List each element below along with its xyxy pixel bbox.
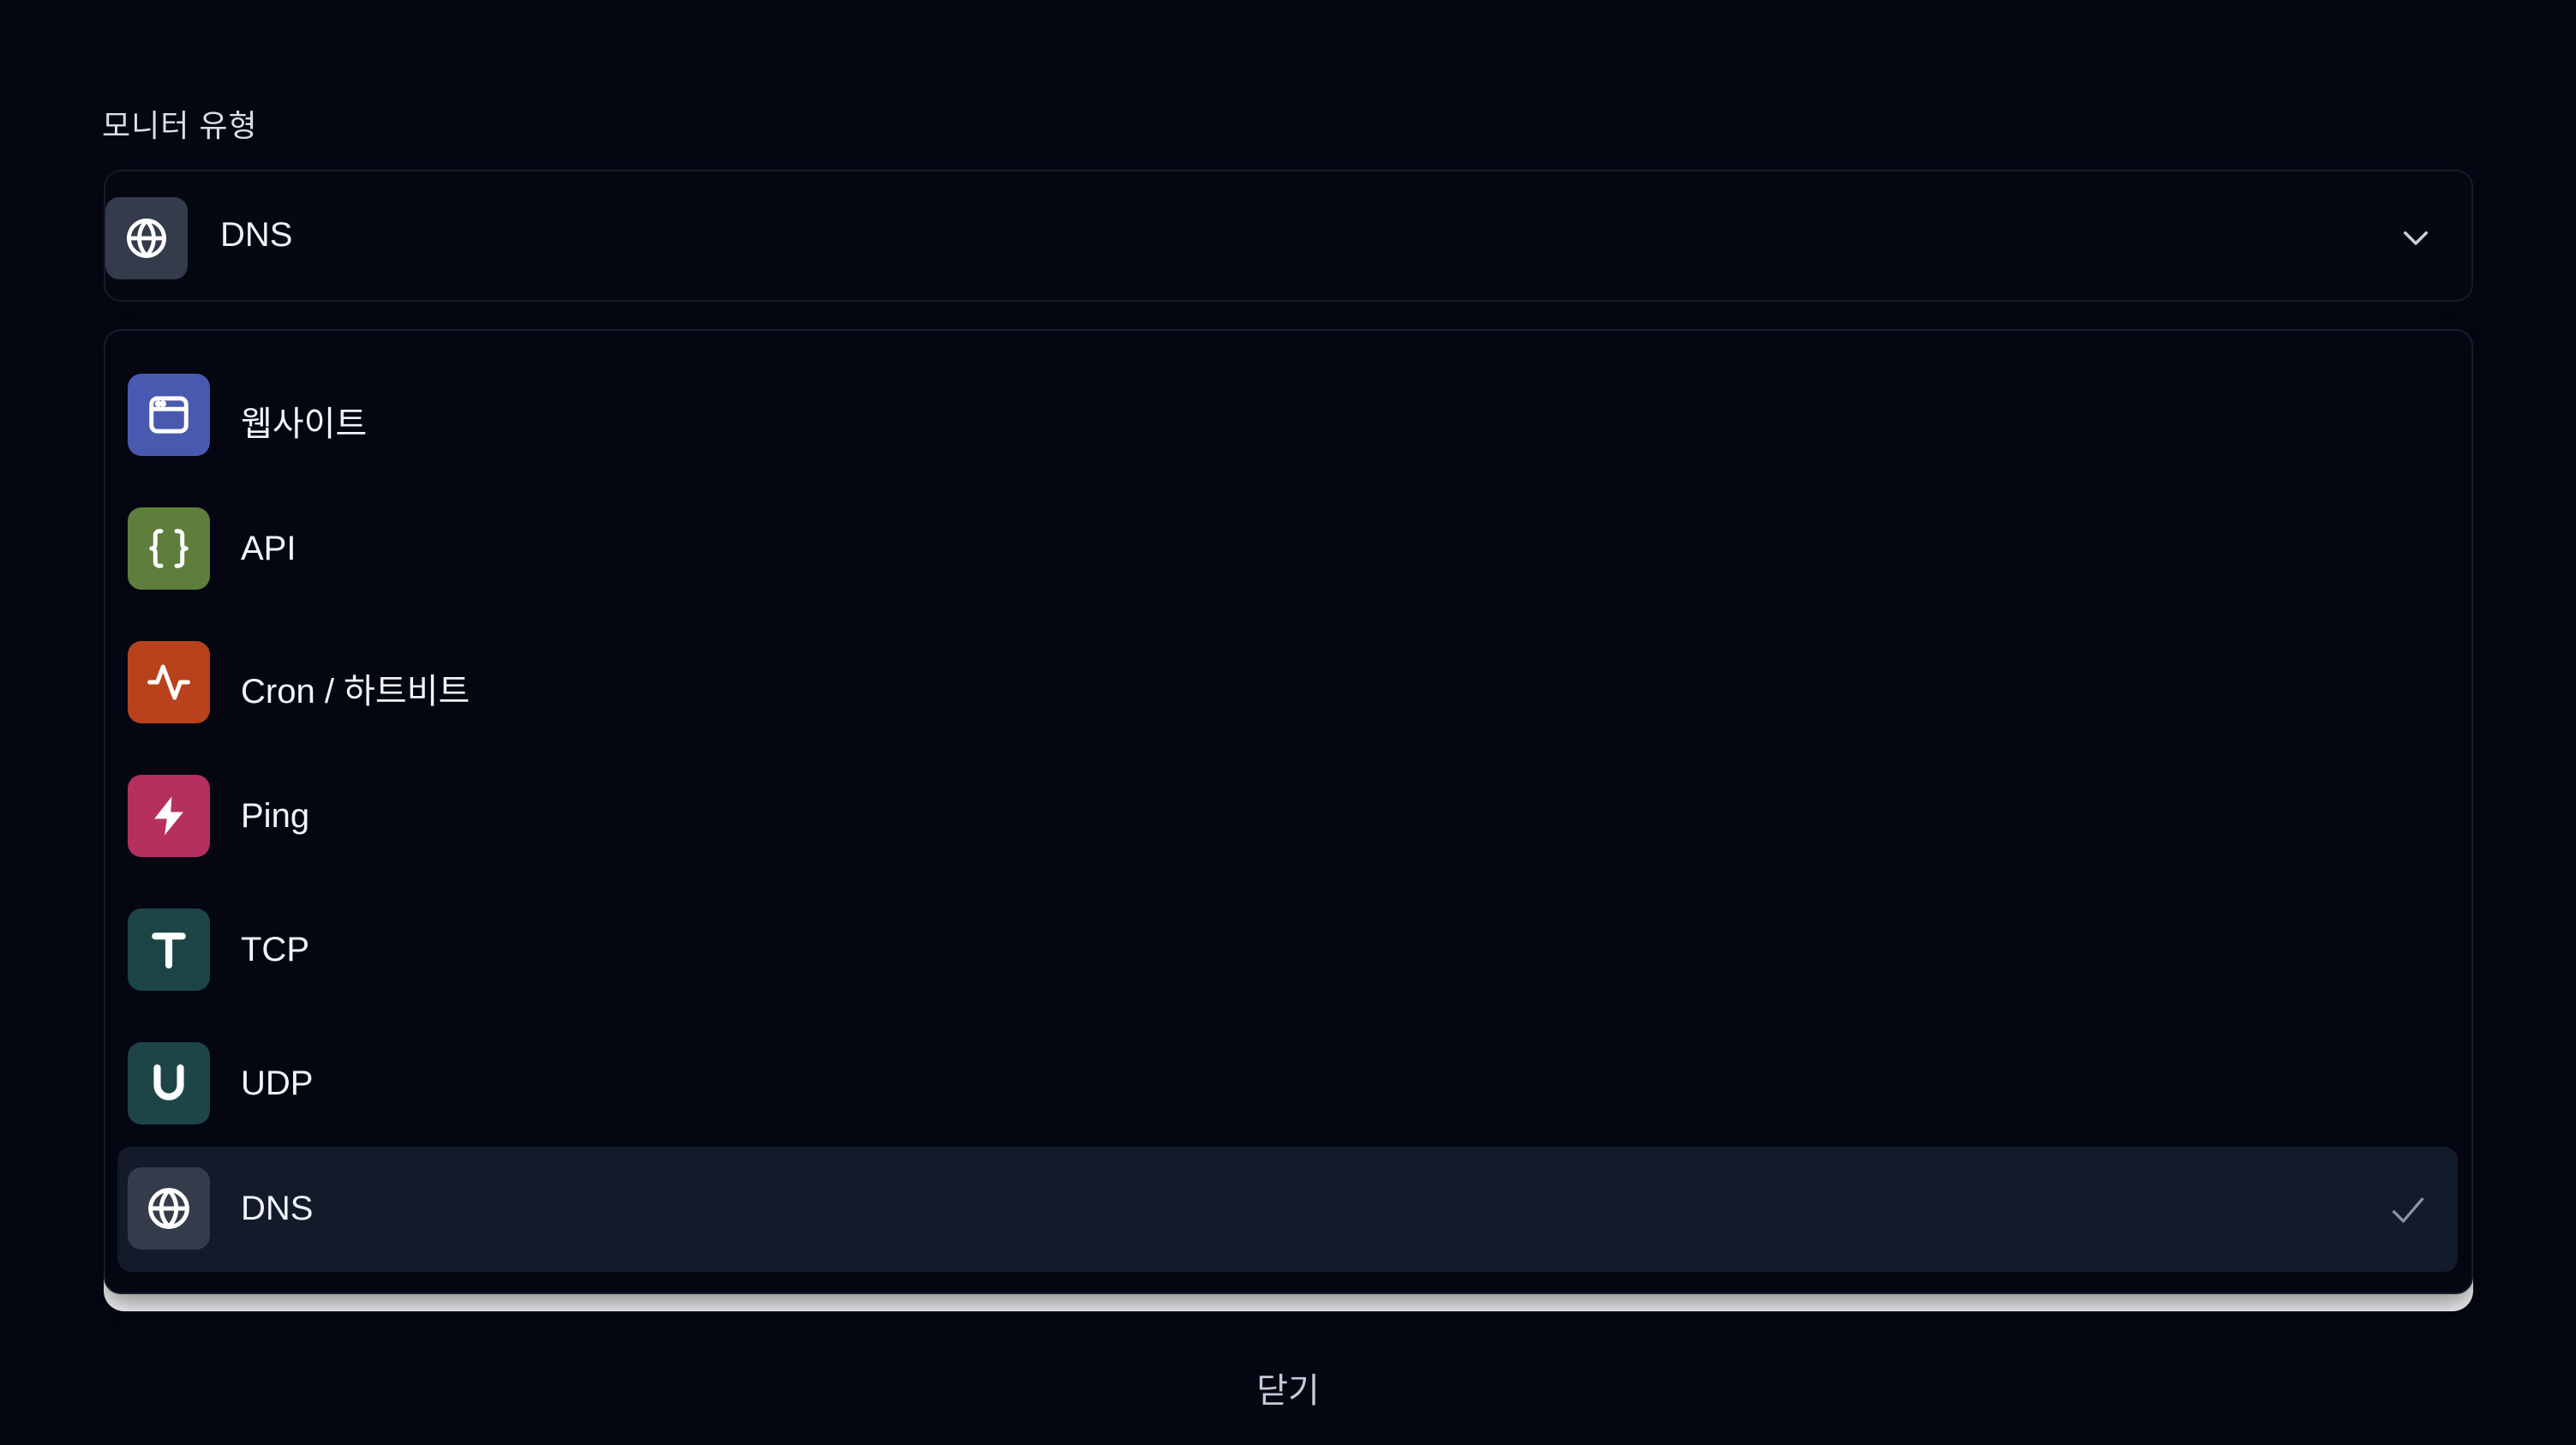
globe-icon [105,197,188,279]
activity-pulse-icon [128,641,210,723]
option-label: TCP [241,931,309,968]
monitor-type-select[interactable]: DNS [104,170,2473,302]
option-label: 웹사이트 [241,405,368,443]
option-ping[interactable]: Ping [117,754,2458,879]
chevron-down-icon[interactable] [2398,219,2434,255]
monitor-type-options-list: 웹사이트 API Cron / 하트비트 Ping TCP UDP DNS [104,329,2473,1294]
letter-u-icon [128,1042,210,1124]
monitor-type-dialog: 모니터 유형 DNS 웹사이트 API Cron / 하트비트 Ping TCP… [0,0,2576,1445]
globe-icon [128,1167,210,1250]
option-label: DNS [241,1190,314,1227]
curly-braces-icon [128,507,210,590]
letter-t-icon [128,908,210,991]
browser-window-icon [128,374,210,456]
option-udp[interactable]: UDP [117,1022,2458,1147]
option-tcp[interactable]: TCP [117,888,2458,1013]
option-label: UDP [241,1064,314,1102]
close-button[interactable]: 닫기 [0,1363,2576,1412]
option-label: Cron / 하트비트 [241,673,470,711]
check-icon [2392,1197,2424,1223]
option-website[interactable]: 웹사이트 [117,353,2458,478]
option-label: Ping [241,797,310,835]
option-api[interactable]: API [117,487,2458,612]
option-label: API [241,530,297,567]
select-value: DNS [220,216,293,254]
option-cron-heartbeat[interactable]: Cron / 하트비트 [117,621,2458,746]
field-label: 모니터 유형 [102,108,258,143]
lightning-bolt-icon [128,775,210,857]
option-dns[interactable]: DNS [117,1147,2458,1272]
